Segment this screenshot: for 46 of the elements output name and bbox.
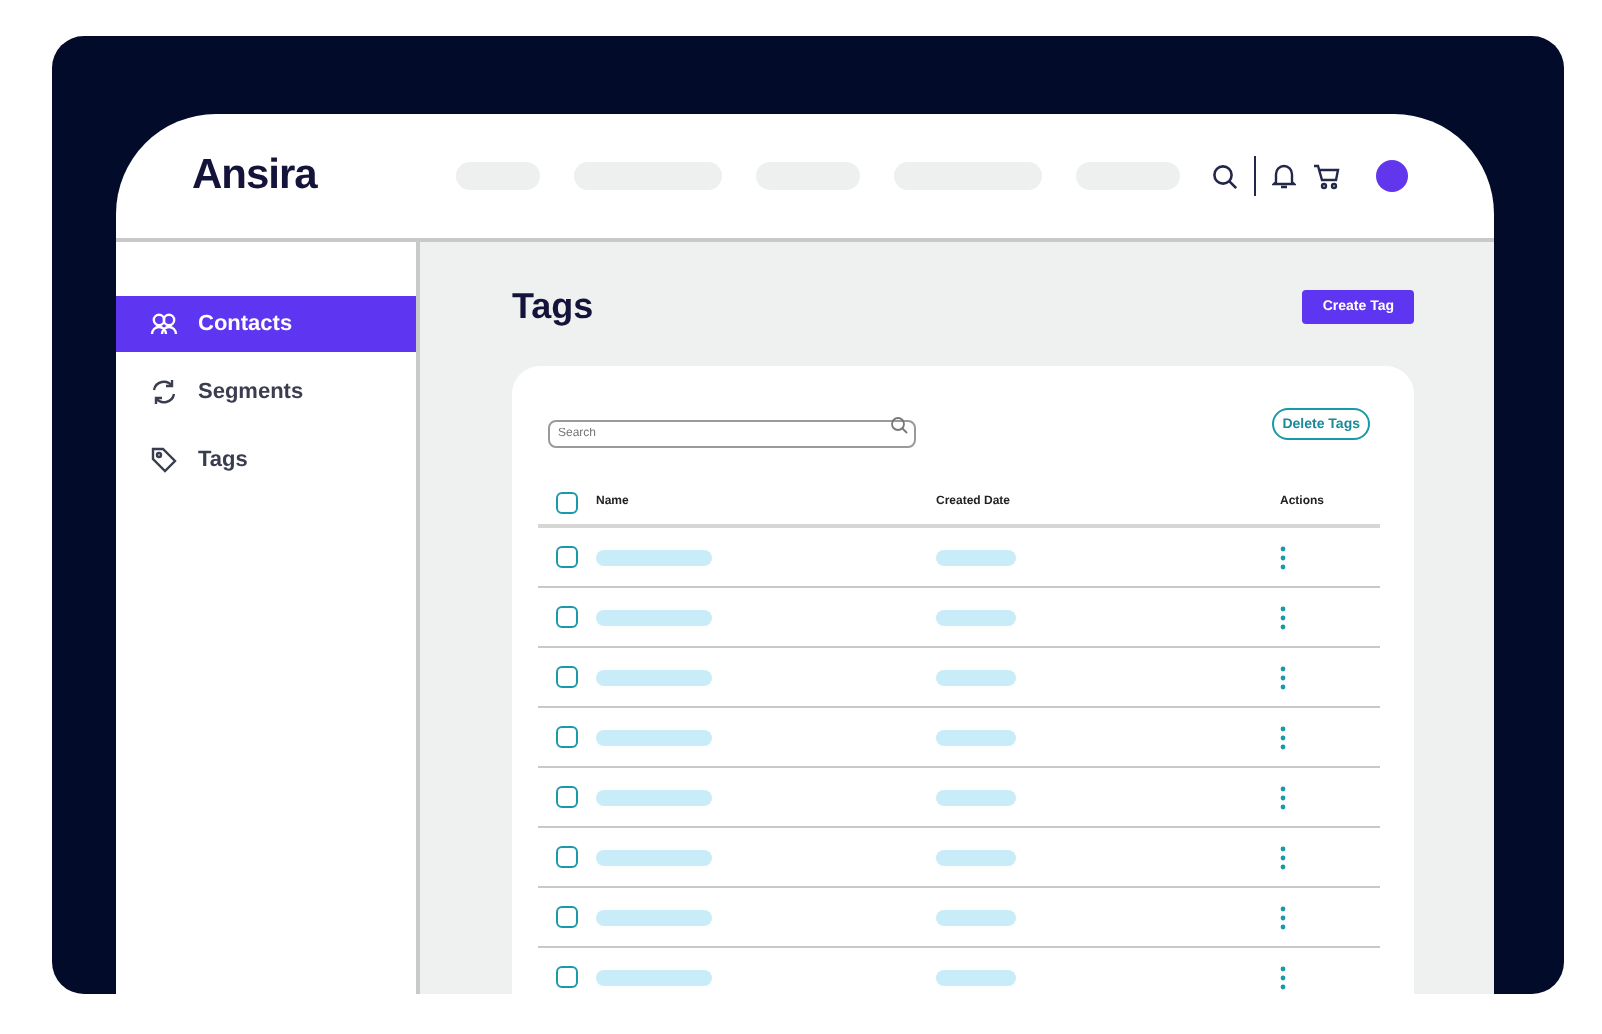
checkbox[interactable]: [556, 491, 578, 513]
more-options-icon[interactable]: [1280, 965, 1286, 989]
sidebar-item[interactable]: Tags: [116, 432, 416, 488]
checkbox[interactable]: [556, 606, 578, 628]
page-title: Tags: [512, 286, 594, 328]
more-options-icon[interactable]: [1280, 725, 1286, 749]
checkbox[interactable]: [556, 906, 578, 928]
checkbox[interactable]: [556, 726, 578, 748]
search-icon[interactable]: [1212, 163, 1238, 189]
name-placeholder-bar: [596, 669, 712, 685]
more-options-icon[interactable]: [1280, 545, 1286, 569]
checkbox[interactable]: [556, 546, 578, 568]
avatar[interactable]: [1376, 160, 1408, 192]
more-options-icon[interactable]: [1280, 845, 1286, 869]
sidebar-item[interactable]: Contacts: [116, 296, 416, 352]
name-placeholder-bar: [596, 549, 712, 565]
checkbox[interactable]: [556, 846, 578, 868]
cart-icon[interactable]: [1312, 163, 1340, 189]
name-placeholder-bar: [596, 909, 712, 925]
sidebar-item[interactable]: Segments: [116, 364, 416, 420]
date-placeholder-bar: [936, 729, 1016, 745]
name-placeholder-bar: [596, 789, 712, 805]
date-placeholder-bar: [936, 789, 1016, 805]
date-placeholder-bar: [936, 909, 1016, 925]
date-placeholder-bar: [936, 849, 1016, 865]
more-options-icon[interactable]: [1280, 905, 1286, 929]
checkbox[interactable]: [556, 666, 578, 688]
search-icon: [890, 415, 908, 433]
name-placeholder-bar: [596, 969, 712, 985]
name-placeholder-bar: [596, 849, 712, 865]
checkbox[interactable]: [556, 966, 578, 988]
bell-icon[interactable]: [1272, 162, 1296, 190]
more-options-icon[interactable]: [1280, 665, 1286, 689]
people-icon: [150, 312, 178, 336]
logo: Ansira: [192, 152, 320, 200]
more-options-icon[interactable]: [1280, 605, 1286, 629]
date-placeholder-bar: [936, 549, 1016, 565]
date-placeholder-bar: [936, 609, 1016, 625]
checkbox[interactable]: [556, 786, 578, 808]
name-placeholder-bar: [596, 729, 712, 745]
sync-icon: [150, 378, 178, 406]
date-placeholder-bar: [936, 969, 1016, 985]
tag-icon: [150, 446, 178, 474]
date-placeholder-bar: [936, 669, 1016, 685]
more-options-icon[interactable]: [1280, 785, 1286, 809]
name-placeholder-bar: [596, 609, 712, 625]
